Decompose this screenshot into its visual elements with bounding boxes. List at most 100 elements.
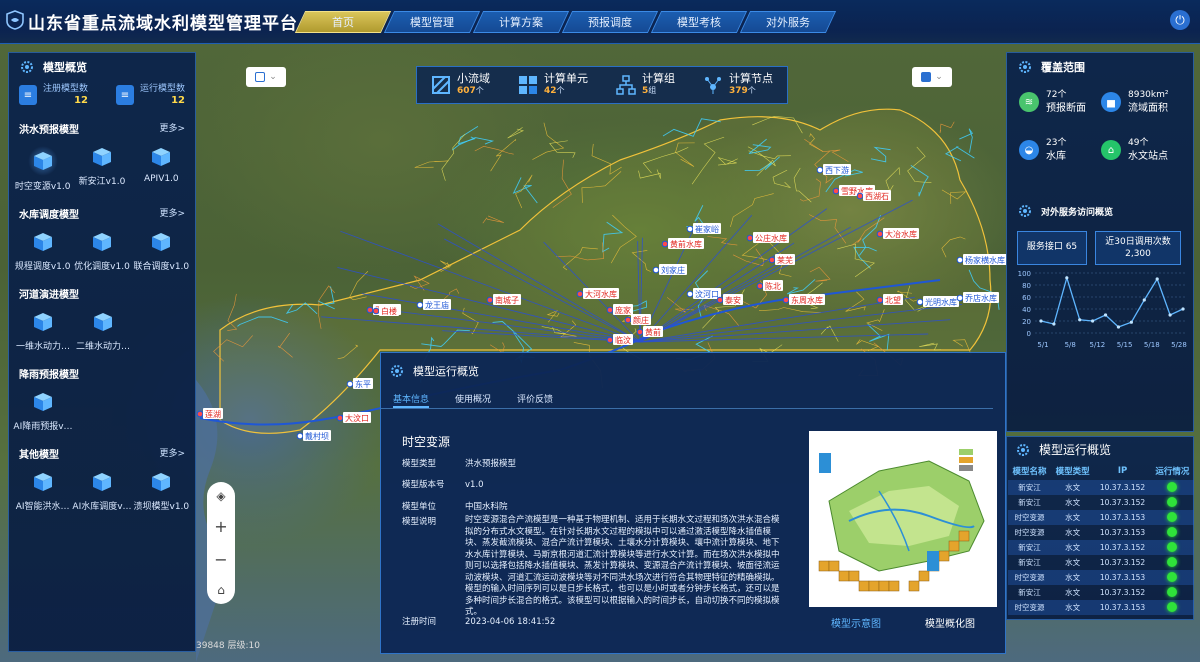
model-groups: 洪水预报模型 更多> 时空变源v1.0 新安江v1.0 APIV1.0 水库调度模型 更多>… bbox=[9, 121, 195, 512]
model-item[interactable]: 溃坝模型v1.0 bbox=[132, 471, 191, 512]
y-tick-label: 0 bbox=[1027, 330, 1031, 338]
nav-tab-label: 预报调度 bbox=[588, 16, 632, 29]
running-label: 运行模型数 bbox=[139, 84, 185, 94]
stat-value: 607 bbox=[457, 86, 476, 96]
station-marker[interactable] bbox=[746, 234, 754, 242]
station-marker[interactable] bbox=[416, 301, 424, 309]
station-marker[interactable] bbox=[816, 166, 824, 174]
nav-tab-2[interactable]: 计算方案 bbox=[478, 11, 564, 33]
home-icon[interactable]: ⌂ bbox=[217, 583, 225, 597]
station-marker[interactable] bbox=[636, 328, 644, 336]
caption-schematic[interactable]: 模型示意图 bbox=[831, 615, 881, 630]
nav-tab-1[interactable]: 模型管理 bbox=[389, 11, 475, 33]
table-row[interactable]: 时空变源 水文 10.37.3.153 bbox=[1008, 510, 1194, 525]
station-marker[interactable] bbox=[716, 296, 724, 304]
panel-title: 模型概览 bbox=[43, 61, 87, 74]
model-item[interactable]: 优化调度v1.0 bbox=[72, 231, 131, 272]
table-row[interactable]: 新安江 水文 10.37.3.152 bbox=[1008, 540, 1194, 555]
stat-value: 379 bbox=[729, 86, 748, 96]
detail-tab-0[interactable]: 基本信息 bbox=[393, 389, 430, 408]
model-item[interactable]: 新安江v1.0 bbox=[72, 146, 131, 192]
layers-icon[interactable]: ◈ bbox=[216, 489, 225, 503]
map-stat-subbasin: 小流域 607个 bbox=[431, 73, 490, 97]
data-point bbox=[1129, 320, 1133, 324]
station-marker[interactable] bbox=[296, 432, 304, 440]
model-label: 新安江v1.0 bbox=[78, 177, 126, 187]
station-marker[interactable] bbox=[916, 298, 924, 306]
station-marker[interactable] bbox=[652, 266, 660, 274]
station-marker[interactable] bbox=[956, 256, 964, 264]
model-item[interactable]: 规程调度v1.0 bbox=[13, 231, 72, 272]
station-marker[interactable] bbox=[624, 316, 632, 324]
detail-tab-1[interactable]: 使用概况 bbox=[455, 389, 491, 408]
power-button[interactable]: ⏻ bbox=[1170, 10, 1190, 30]
nav-tab-4[interactable]: 模型考核 bbox=[656, 11, 742, 33]
station-marker[interactable] bbox=[876, 230, 884, 238]
group-header: 水库调度模型 更多> bbox=[9, 206, 195, 221]
table-row[interactable]: 时空变源 水文 10.37.3.153 bbox=[1008, 525, 1194, 540]
model-item[interactable]: 联合调度v1.0 bbox=[132, 231, 191, 272]
data-point bbox=[1078, 318, 1082, 322]
model-item[interactable]: AI水库调度v… bbox=[72, 471, 132, 512]
station-label: 光明水库 bbox=[925, 297, 957, 307]
model-item[interactable]: 二维水动力… bbox=[73, 311, 133, 352]
station-marker[interactable] bbox=[686, 290, 694, 298]
zoom-out-button[interactable]: − bbox=[214, 550, 227, 569]
station-marker[interactable] bbox=[686, 225, 694, 233]
station-marker[interactable] bbox=[768, 256, 776, 264]
status-dot bbox=[1167, 571, 1178, 582]
x-tick-label: 5/18 bbox=[1144, 341, 1160, 349]
model-item[interactable]: AI智能洪水… bbox=[13, 471, 72, 512]
station-marker[interactable] bbox=[346, 380, 354, 388]
station-marker[interactable] bbox=[606, 306, 614, 314]
table-row[interactable]: 新安江 水文 10.37.3.152 bbox=[1008, 495, 1194, 510]
table-row[interactable]: 新安江 水文 10.37.3.152 bbox=[1008, 480, 1194, 495]
chevron-down-icon: ⌄ bbox=[935, 72, 943, 82]
model-item[interactable]: AI降雨预报v… bbox=[13, 391, 73, 432]
more-link[interactable]: 更多> bbox=[159, 121, 185, 136]
document-icon: ≡ bbox=[115, 85, 134, 105]
table-row[interactable]: 时空变源 水文 10.37.3.153 bbox=[1008, 570, 1194, 585]
group-header: 河道演进模型 bbox=[9, 286, 195, 301]
table-row[interactable]: 新安江 水文 10.37.3.152 bbox=[1008, 585, 1194, 600]
nav-tab-3[interactable]: 预报调度 bbox=[567, 11, 653, 33]
cube-icon bbox=[27, 146, 58, 176]
more-link[interactable]: 更多> bbox=[159, 206, 185, 221]
model-item[interactable]: 一维水动力… bbox=[13, 311, 73, 352]
more-link[interactable]: 更多> bbox=[159, 446, 185, 461]
panel-title: 覆盖范围 bbox=[1041, 61, 1085, 74]
table-row[interactable]: 新安江 水文 10.37.3.152 bbox=[1008, 555, 1194, 570]
station-marker[interactable] bbox=[366, 306, 374, 314]
gear-icon bbox=[21, 61, 33, 73]
station-label: 临汶 bbox=[615, 335, 631, 345]
station-marker[interactable] bbox=[782, 296, 790, 304]
table-row[interactable]: 时空变源 水文 10.37.3.153 bbox=[1008, 600, 1194, 615]
status-cell bbox=[1150, 480, 1194, 495]
station-marker[interactable] bbox=[196, 410, 204, 418]
station-marker[interactable] bbox=[606, 336, 614, 344]
station-marker[interactable] bbox=[956, 294, 964, 302]
station-marker[interactable] bbox=[876, 296, 884, 304]
model-item[interactable]: APIV1.0 bbox=[132, 146, 191, 192]
coverage-value: 8930km² bbox=[1128, 90, 1169, 100]
station-marker[interactable] bbox=[756, 282, 764, 290]
station-marker[interactable] bbox=[372, 307, 380, 315]
station-marker[interactable] bbox=[661, 240, 669, 248]
station-marker[interactable] bbox=[336, 414, 344, 422]
caption-generalized[interactable]: 模型概化图 bbox=[925, 615, 975, 630]
layer-select[interactable]: ⌄ bbox=[246, 67, 286, 87]
basemap-select[interactable]: ⌄ bbox=[912, 67, 952, 87]
zoom-in-button[interactable]: + bbox=[214, 517, 227, 536]
station-marker[interactable] bbox=[832, 187, 840, 195]
nav-tab-label: 对外服务 bbox=[766, 16, 810, 29]
station-marker[interactable] bbox=[856, 192, 864, 200]
station-marker[interactable] bbox=[576, 290, 584, 298]
nav-tab-0[interactable]: 首页 bbox=[300, 11, 386, 33]
table-cell: 水文 bbox=[1051, 480, 1095, 495]
station-marker[interactable] bbox=[486, 296, 494, 304]
river-branch bbox=[512, 177, 538, 204]
model-item[interactable]: 时空变源v1.0 bbox=[13, 146, 72, 192]
status-cell bbox=[1150, 540, 1194, 555]
nav-tab-5[interactable]: 对外服务 bbox=[745, 11, 831, 33]
detail-tab-2[interactable]: 评价反馈 bbox=[517, 389, 553, 408]
